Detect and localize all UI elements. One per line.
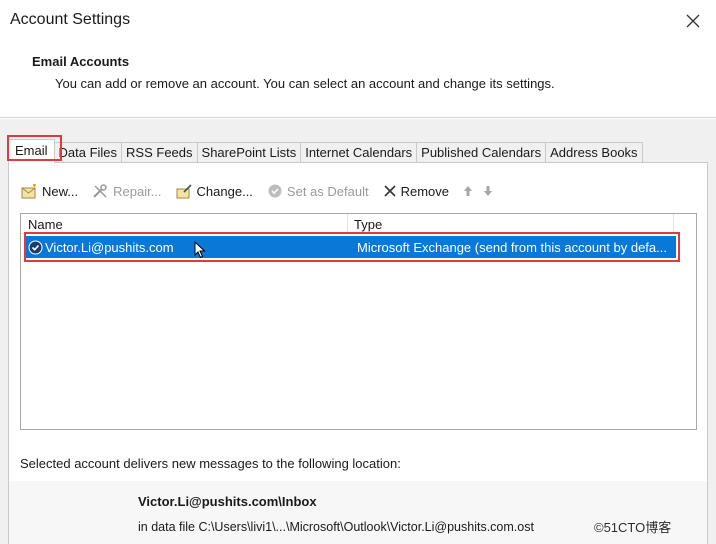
move-down-arrow-icon[interactable] bbox=[483, 185, 493, 197]
header-description: You can add or remove an account. You ca… bbox=[55, 76, 555, 91]
default-account-check-icon bbox=[28, 240, 43, 254]
dialog-body: Email Data Files RSS Feeds SharePoint Li… bbox=[0, 119, 716, 544]
mouse-cursor-icon bbox=[194, 241, 206, 259]
move-buttons bbox=[463, 185, 493, 197]
new-mail-icon bbox=[21, 183, 36, 198]
window-title: Account Settings bbox=[10, 11, 131, 28]
remove-button[interactable]: Remove bbox=[383, 184, 449, 199]
tab-sharepoint-lists[interactable]: SharePoint Lists bbox=[196, 142, 302, 163]
repair-tools-icon bbox=[93, 183, 107, 198]
watermark-text: ©51CTO博客 bbox=[594, 520, 672, 535]
remove-x-icon bbox=[384, 185, 396, 197]
delivery-description: Selected account delivers new messages t… bbox=[20, 456, 401, 471]
change-account-icon bbox=[176, 183, 192, 198]
dialog-header: Email Accounts You can add or remove an … bbox=[0, 42, 716, 118]
new-account-button[interactable]: New... bbox=[21, 183, 79, 199]
tab-published-calendars[interactable]: Published Calendars bbox=[416, 142, 547, 163]
account-type: Microsoft Exchange (send from this accou… bbox=[357, 239, 667, 255]
new-label: New... bbox=[42, 183, 79, 199]
repair-button[interactable]: Repair... bbox=[92, 183, 162, 199]
remove-label: Remove bbox=[400, 183, 449, 199]
set-as-default-button[interactable]: Set as Default bbox=[267, 183, 369, 199]
account-name-cell: Victor.Li@pushits.com bbox=[26, 240, 353, 255]
change-label: Change... bbox=[196, 183, 253, 199]
email-tab-panel: New... Repair... Change... Set as Defaul… bbox=[8, 162, 708, 544]
account-toolbar: New... Repair... Change... Set as Defaul… bbox=[21, 179, 493, 203]
repair-label: Repair... bbox=[113, 183, 162, 199]
account-name: Victor.Li@pushits.com bbox=[45, 239, 174, 255]
set-as-default-label: Set as Default bbox=[286, 183, 369, 199]
tab-address-books[interactable]: Address Books bbox=[545, 142, 643, 163]
accounts-list[interactable]: Name Type Victor.Li@pushits.com Microsof… bbox=[20, 213, 697, 430]
tab-strip: Email Data Files RSS Feeds SharePoint Li… bbox=[8, 139, 643, 163]
tab-email[interactable]: Email bbox=[8, 139, 55, 163]
table-row[interactable]: Victor.Li@pushits.com Microsoft Exchange… bbox=[26, 236, 676, 258]
delivery-location-name: Victor.Li@pushits.com\Inbox bbox=[138, 494, 317, 509]
column-header-name[interactable]: Name bbox=[21, 214, 348, 233]
change-button[interactable]: Change... bbox=[176, 184, 253, 199]
tab-rss-feeds[interactable]: RSS Feeds bbox=[121, 142, 198, 163]
close-icon bbox=[686, 14, 700, 28]
tab-data-files[interactable]: Data Files bbox=[53, 142, 123, 163]
header-title: Email Accounts bbox=[32, 54, 130, 69]
title-bar: Account Settings bbox=[0, 0, 716, 42]
tab-internet-calendars[interactable]: Internet Calendars bbox=[300, 142, 418, 163]
column-header-type[interactable]: Type bbox=[348, 214, 674, 233]
delivery-data-file-path: in data file C:\Users\livi1\...\Microsof… bbox=[138, 520, 534, 534]
check-circle-icon bbox=[268, 184, 282, 198]
close-button[interactable] bbox=[676, 6, 710, 36]
list-header: Name Type bbox=[21, 214, 674, 234]
move-up-arrow-icon[interactable] bbox=[463, 185, 473, 197]
